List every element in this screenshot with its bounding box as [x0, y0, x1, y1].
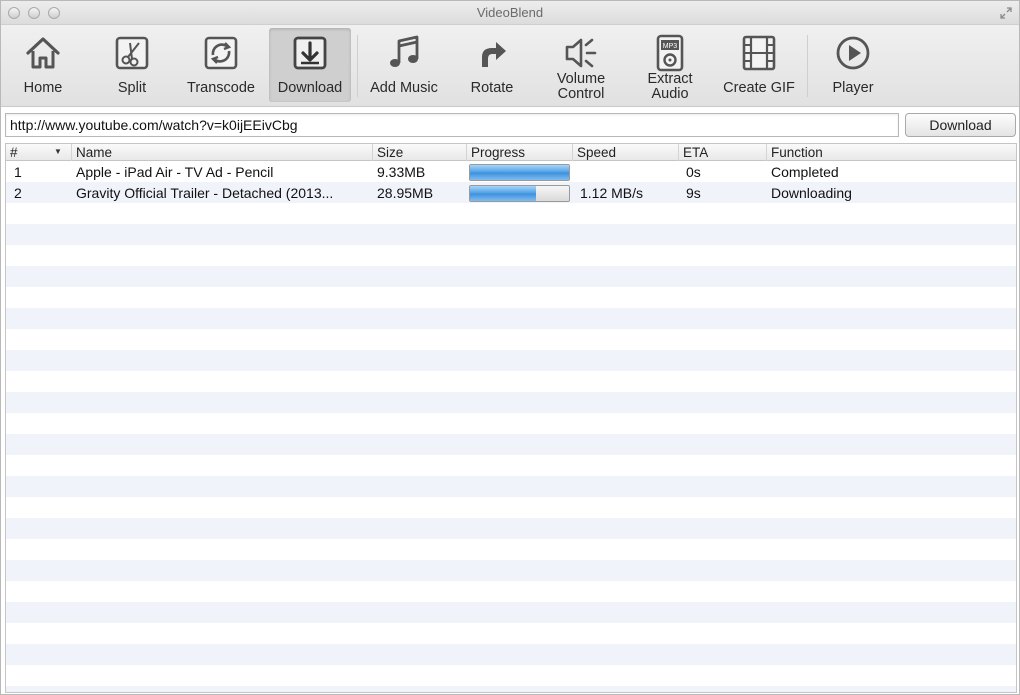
- toolbar: Home Split Transcode Download Add Music …: [1, 25, 1019, 107]
- play-circle-icon: [836, 36, 870, 70]
- row-eta: 9s: [686, 185, 701, 201]
- column-header-name[interactable]: Name: [72, 144, 373, 161]
- film-strip-icon: [742, 35, 776, 71]
- download-button[interactable]: Download: [905, 113, 1016, 137]
- table-header: # ▼ Name Size Progress Speed ETA Functio…: [6, 144, 1016, 161]
- download-icon: [293, 36, 327, 70]
- url-input[interactable]: http://www.youtube.com/watch?v=k0ijEEivC…: [5, 113, 899, 137]
- column-header-size[interactable]: Size: [373, 144, 467, 161]
- home-icon: [26, 37, 60, 69]
- svg-text:MP3: MP3: [663, 43, 678, 50]
- toolbar-divider: [807, 35, 808, 97]
- row-eta: 0s: [686, 164, 701, 180]
- toolbar-volume-control-button[interactable]: Volume Control: [539, 28, 623, 102]
- progress-bar: [469, 164, 570, 181]
- title-bar: VideoBlend: [1, 1, 1019, 25]
- toolbar-create-gif-label: Create GIF: [723, 80, 795, 96]
- toolbar-rotate-label: Rotate: [470, 80, 514, 96]
- row-speed: [575, 162, 675, 183]
- row-name: Gravity Official Trailer - Detached (201…: [76, 185, 334, 201]
- toolbar-extract-audio-label: Extract Audio: [647, 71, 693, 102]
- column-header-eta[interactable]: ETA: [679, 144, 767, 161]
- music-note-icon: [390, 35, 419, 67]
- toolbar-split-button[interactable]: Split: [93, 28, 171, 102]
- row-speed: 1.12 MB/s: [580, 185, 644, 201]
- toolbar-add-music-label: Add Music: [370, 80, 438, 96]
- toolbar-split-label: Split: [117, 80, 147, 96]
- toolbar-player-label: Player: [832, 80, 874, 96]
- toolbar-transcode-button[interactable]: Transcode: [179, 28, 263, 102]
- row-size: 28.95MB: [377, 185, 434, 201]
- fullscreen-icon[interactable]: [999, 6, 1013, 20]
- toolbar-add-music-button[interactable]: Add Music: [363, 28, 445, 102]
- progress-bar-fill: [470, 165, 569, 180]
- row-name: Apple - iPad Air - TV Ad - Pencil: [76, 164, 274, 180]
- window-title: VideoBlend: [476, 5, 544, 20]
- toolbar-player-button[interactable]: Player: [813, 28, 893, 102]
- column-header-number[interactable]: #: [6, 144, 72, 161]
- toolbar-download-button[interactable]: Download: [269, 28, 351, 102]
- column-header-function[interactable]: Function: [767, 144, 1016, 161]
- scissors-icon: [115, 36, 149, 70]
- row-size: 9.33MB: [377, 164, 426, 180]
- download-table: # ▼ Name Size Progress Speed ETA Functio…: [5, 143, 1017, 693]
- toolbar-download-label: Download: [277, 80, 343, 96]
- toolbar-home-button[interactable]: Home: [3, 28, 83, 102]
- row-function: Completed: [771, 164, 839, 180]
- table-row[interactable]: 2 Gravity Official Trailer - Detached (2…: [6, 183, 1016, 204]
- mp3-player-icon: MP3: [656, 34, 684, 72]
- toolbar-home-label: Home: [23, 80, 63, 96]
- table-row[interactable]: 1 Apple - iPad Air - TV Ad - Pencil 9.33…: [6, 162, 1016, 183]
- column-header-number-label: #: [10, 145, 18, 160]
- sort-descending-icon[interactable]: ▼: [54, 148, 62, 156]
- transcode-icon: [204, 36, 238, 70]
- app-window: VideoBlend Home Split Transcode Download…: [0, 0, 1020, 695]
- toolbar-extract-audio-button[interactable]: MP3 Extract Audio: [629, 28, 711, 102]
- column-header-progress[interactable]: Progress: [467, 144, 573, 161]
- column-header-speed[interactable]: Speed: [573, 144, 679, 161]
- toolbar-volume-control-label: Volume Control: [556, 71, 606, 102]
- toolbar-transcode-label: Transcode: [187, 80, 255, 96]
- progress-bar-fill: [470, 186, 537, 201]
- speaker-icon: [565, 38, 597, 68]
- rotate-arrow-icon: [482, 42, 506, 67]
- progress-bar: [469, 185, 570, 202]
- row-number: 2: [14, 185, 22, 201]
- row-number: 1: [14, 164, 22, 180]
- row-function: Downloading: [771, 185, 852, 201]
- toolbar-rotate-button[interactable]: Rotate: [453, 28, 531, 102]
- toolbar-divider: [357, 35, 358, 97]
- toolbar-create-gif-button[interactable]: Create GIF: [715, 28, 803, 102]
